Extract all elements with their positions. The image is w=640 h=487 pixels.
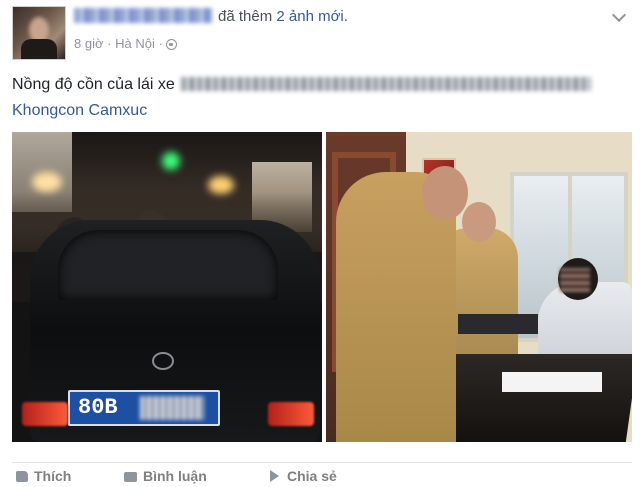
paper-document bbox=[502, 372, 602, 392]
like-button[interactable]: Thích bbox=[16, 468, 71, 484]
taillight-right bbox=[268, 402, 314, 426]
photo-police-office[interactable] bbox=[326, 132, 632, 442]
post-body-text: Nồng độ cồn của lái xe bbox=[12, 76, 175, 93]
post-text: Nồng độ cồn của lái xe Khongcon Camxuc bbox=[12, 72, 591, 124]
street-light-2 bbox=[32, 172, 62, 192]
tagged-user-link[interactable]: Khongcon Camxuc bbox=[12, 102, 147, 119]
license-plate-text: 80B bbox=[78, 395, 118, 420]
share-icon bbox=[270, 470, 279, 482]
post-location[interactable]: Hà Nội bbox=[115, 36, 155, 51]
photo-count-link[interactable]: 2 ảnh mới bbox=[276, 8, 343, 25]
share-label: Chia sẻ bbox=[287, 468, 337, 484]
share-button[interactable]: Chia sẻ bbox=[270, 468, 337, 484]
author-line: đã thêm 2 ảnh mới. bbox=[74, 8, 348, 25]
post-header: đã thêm 2 ảnh mới. 8 giờ · Hà Nội · bbox=[0, 0, 640, 64]
car-emblem bbox=[152, 352, 174, 370]
chevron-down-icon[interactable] bbox=[611, 7, 627, 23]
license-plate-blur bbox=[140, 396, 204, 420]
comment-label: Bình luận bbox=[143, 468, 207, 484]
author-name-blurred[interactable] bbox=[74, 8, 212, 23]
license-plate: 80B bbox=[68, 390, 220, 426]
comment-button[interactable]: Bình luận bbox=[124, 468, 207, 484]
post-action-bar: Thích Bình luận Chia sẻ bbox=[12, 462, 632, 487]
globe-icon[interactable] bbox=[166, 39, 178, 50]
taillight-left bbox=[22, 402, 68, 426]
blurred-text bbox=[180, 77, 591, 91]
post-text-line-2: Khongcon Camxuc bbox=[12, 98, 591, 124]
meta-separator-2: · bbox=[158, 36, 163, 51]
post-text-line-1: Nồng độ cồn của lái xe bbox=[12, 72, 591, 98]
folder bbox=[458, 314, 538, 334]
like-label: Thích bbox=[34, 468, 72, 484]
officer-back-head bbox=[462, 202, 496, 242]
car-rear-window bbox=[58, 230, 278, 300]
comment-icon bbox=[124, 472, 137, 482]
traffic-light bbox=[162, 152, 180, 170]
author-action: đã thêm bbox=[218, 8, 273, 25]
author-avatar[interactable] bbox=[12, 6, 66, 60]
post-meta: 8 giờ · Hà Nội · bbox=[74, 36, 178, 51]
officer-foreground-head bbox=[422, 166, 468, 220]
meta-separator: · bbox=[107, 36, 112, 51]
avatar-body bbox=[21, 39, 57, 59]
photo-car-night[interactable]: 80B bbox=[12, 132, 322, 442]
seated-man-face-blur bbox=[560, 268, 590, 292]
thumbs-up-icon bbox=[16, 471, 28, 482]
period: . bbox=[343, 8, 348, 25]
post-time[interactable]: 8 giờ bbox=[74, 36, 104, 51]
